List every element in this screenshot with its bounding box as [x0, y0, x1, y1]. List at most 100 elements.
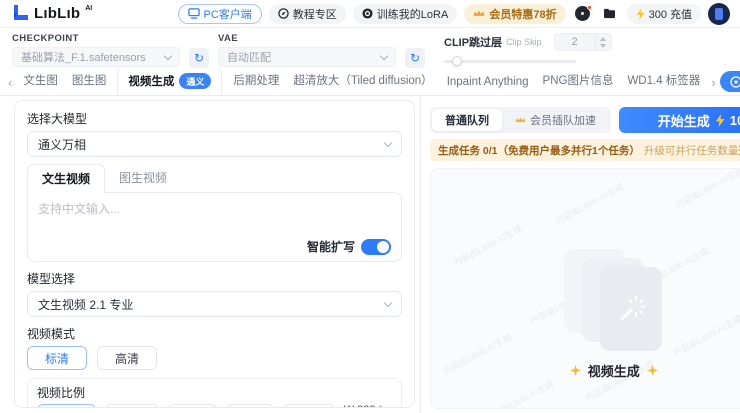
- ratio-9-16-button[interactable]: 9:16: [105, 404, 159, 407]
- watermark: 内容由Liblib AI生成: [483, 378, 556, 409]
- liblib-logo-icon: [14, 4, 28, 20]
- base-model-value: 通义万相: [38, 137, 87, 152]
- sparkle-icon: [646, 365, 658, 376]
- output-size-label: W 832 * H 480: [344, 404, 392, 407]
- crown-icon: [473, 10, 485, 16]
- app-header: LıbLıb AI PC客户端 教程专区 训练我的LoRA 会员特惠78折 30…: [0, 0, 740, 28]
- featured-gallery-button[interactable]: 画同款精选: [719, 71, 740, 92]
- empty-state-title: 视频生成: [587, 364, 640, 379]
- queue-vip-label: 会员插队加速: [530, 115, 596, 127]
- tab-tiled-upscale[interactable]: 超清放大（Tiled diffusion）: [286, 72, 439, 95]
- tab-img2img[interactable]: 图生图: [65, 72, 114, 95]
- stack-card-front: [599, 267, 662, 351]
- compass-icon: [278, 8, 289, 19]
- ratio-4-3-button[interactable]: 4:3: [283, 404, 335, 407]
- pc-client-button[interactable]: PC客户端: [177, 3, 262, 24]
- lightning-icon: [715, 113, 725, 127]
- target-icon: [362, 8, 373, 19]
- tab-img2video[interactable]: 图生视频: [105, 164, 181, 192]
- prompt-input[interactable]: [38, 200, 391, 236]
- quota-text: 生成任务 0/1（免费用户最多并行1个任务）: [438, 144, 640, 157]
- clip-skip-slider[interactable]: [444, 56, 576, 66]
- tab-png-info[interactable]: PNG图片信息: [536, 72, 621, 95]
- video-mode-tabs: 文生视频 图生视频: [27, 164, 402, 193]
- tab-video-generation[interactable]: 视频生成 通义: [117, 68, 223, 95]
- ratio-16-9-button[interactable]: 16:9: [37, 404, 97, 407]
- pc-client-label: PC客户端: [203, 8, 252, 21]
- smart-expand-label: 智能扩写: [306, 240, 355, 254]
- clip-skip-stepper[interactable]: [594, 34, 611, 50]
- tab-inpaint-anything[interactable]: Inpaint Anything: [440, 76, 536, 95]
- tab-wd14-tagger[interactable]: WD1.4 标签器: [620, 72, 707, 95]
- user-avatar[interactable]: [708, 2, 730, 25]
- crown-icon: [515, 117, 526, 123]
- generation-result-panel: 普通队列 会员插队加速 开始生成 1000 生成任务 0/1（免费用户最多并行1…: [421, 96, 740, 413]
- notification-red-dot: [586, 4, 592, 10]
- feature-tabs: ‹ 文生图 图生图 视频生成 通义 后期处理 超清放大（Tiled diffus…: [0, 68, 740, 96]
- recharge-button[interactable]: 300 充值: [626, 3, 701, 24]
- tabs-scroll-left-icon[interactable]: ‹: [4, 75, 16, 95]
- member-sale-label: 会员特惠78折: [489, 8, 557, 21]
- chevron-down-icon: [383, 138, 393, 147]
- watermark: 内容由Liblib AI生成: [451, 223, 524, 269]
- aspect-ratio-section: 视频比例 16:9 9:16 1:1: [27, 378, 402, 407]
- quality-sd-button[interactable]: 标清: [27, 346, 88, 370]
- train-lora-button[interactable]: 训练我的LoRA: [352, 3, 458, 24]
- train-lora-label: 训练我的LoRA: [376, 8, 449, 21]
- model-select[interactable]: 文生视频 2.1 专业: [27, 291, 402, 317]
- tab-text2video[interactable]: 文生视频: [27, 164, 106, 193]
- clip-skip-sublabel: Clip Skip: [506, 37, 542, 47]
- watermark: 内容由Liblib AI生成: [553, 181, 626, 227]
- tab-video-label: 视频生成: [128, 76, 175, 88]
- ratio-3-4-button[interactable]: 3:4: [226, 404, 275, 407]
- folder-icon: [604, 8, 616, 19]
- slider-knob[interactable]: [452, 56, 462, 66]
- empty-state-caption: 视频生成: [431, 361, 740, 380]
- stepper-up-icon[interactable]: [600, 36, 607, 41]
- queue-normal-option[interactable]: 普通队列: [432, 109, 502, 131]
- video-quality-label: 视频模式: [27, 327, 76, 341]
- smart-expand-toggle[interactable]: [361, 238, 391, 255]
- base-model-select[interactable]: 通义万相: [27, 131, 402, 157]
- lightning-icon: [636, 7, 645, 20]
- quota-hint: 升级可并行任务数量: [643, 144, 739, 157]
- app-logo[interactable]: LıbLıb AI: [12, 4, 92, 24]
- monitor-icon: [187, 8, 200, 19]
- checkpoint-refresh-button[interactable]: ↻: [189, 48, 209, 68]
- stepper-down-icon[interactable]: [600, 43, 607, 48]
- logo-sup: AI: [85, 4, 93, 12]
- files-button[interactable]: [600, 4, 620, 24]
- checkpoint-select[interactable]: 基础算法_F.1.safetensors: [12, 47, 180, 67]
- chevron-down-icon: [163, 51, 173, 60]
- quota-banner: 生成任务 0/1（免费用户最多并行1个任务） 升级可并行任务数量 开通会员 >: [430, 139, 740, 161]
- ratio-1-1-button[interactable]: 1:1: [167, 404, 218, 407]
- vae-refresh-button[interactable]: ↻: [405, 48, 425, 68]
- aspect-ratio-label: 视频比例: [37, 386, 86, 400]
- settings-bar: CHECKPOINT 基础算法_F.1.safetensors ↻ VAE 自动…: [0, 28, 740, 68]
- member-sale-button[interactable]: 会员特惠78折: [464, 3, 566, 24]
- model-select-value: 文生视频 2.1 专业: [38, 297, 134, 312]
- vae-select[interactable]: 自动匹配: [218, 47, 396, 67]
- clip-skip-input[interactable]: [553, 33, 612, 51]
- quality-hd-button[interactable]: 高清: [97, 346, 158, 370]
- prompt-box: 智能扩写: [27, 192, 402, 262]
- clip-skip-value[interactable]: [554, 34, 595, 50]
- checkpoint-value: 基础算法_F.1.safetensors: [21, 52, 146, 64]
- queue-vip-option[interactable]: 会员插队加速: [502, 109, 609, 131]
- magic-circle-icon: [729, 75, 740, 88]
- logo-text: LıbLıb: [34, 4, 81, 22]
- start-generate-button[interactable]: 开始生成 1000: [619, 107, 740, 133]
- watermark: 内容由Liblib AI生成: [673, 168, 740, 211]
- queue-segmented-control: 普通队列 会员插队加速: [430, 107, 611, 133]
- model-select-label: 模型选择: [27, 272, 76, 286]
- checkpoint-label: CHECKPOINT: [12, 33, 79, 44]
- tutorial-button[interactable]: 教程专区: [268, 3, 346, 24]
- empty-state-illustration: [563, 249, 664, 353]
- generate-cost: 1000: [729, 112, 740, 128]
- magic-wand-icon: [620, 296, 646, 321]
- tab-postprocess[interactable]: 后期处理: [226, 72, 286, 95]
- tabs-scroll-right-icon[interactable]: ›: [707, 75, 719, 95]
- tongyi-badge: 通义: [179, 73, 212, 89]
- tab-text2img[interactable]: 文生图: [16, 72, 65, 95]
- notifications-button[interactable]: [573, 4, 593, 24]
